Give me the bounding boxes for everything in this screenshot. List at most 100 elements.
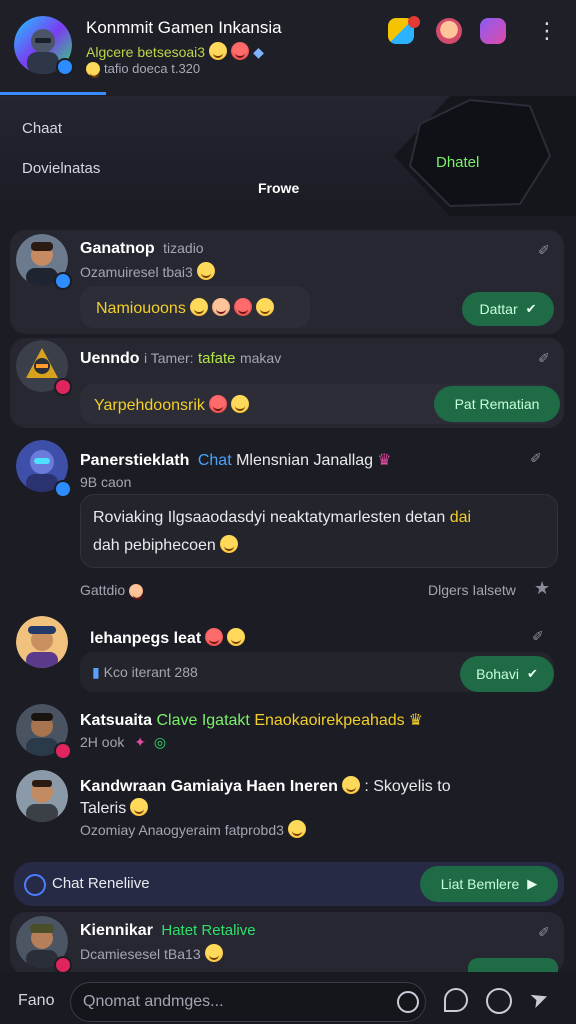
smirk-emoji-icon bbox=[227, 628, 246, 646]
sender-name: lehanpegs leat bbox=[90, 628, 246, 648]
star-icon[interactable]: ★ bbox=[534, 578, 550, 599]
message-bubble: Namiouoons bbox=[80, 286, 310, 328]
message-card-1: Ganatnop tizadio Ozamuiresel tbai3 ✐ Nam… bbox=[10, 230, 564, 334]
banner-chat-label[interactable]: Chaat bbox=[22, 120, 62, 137]
grin-emoji-icon bbox=[189, 298, 208, 316]
sender-sub: 2H ook ✦ ◎ bbox=[80, 734, 166, 751]
message-bubble: Roviaking Ilgsaaodasdyi neaktatymarleste… bbox=[80, 494, 558, 568]
smile-emoji-icon bbox=[196, 262, 215, 280]
smirk-emoji-icon bbox=[230, 395, 249, 413]
banner-hex-label[interactable]: Dhatel bbox=[436, 154, 479, 171]
grin-emoji-icon bbox=[130, 798, 149, 816]
verified-badge-icon bbox=[54, 480, 72, 498]
file-icon: ▮ bbox=[92, 664, 100, 680]
sender-name-2: Taleris bbox=[80, 798, 149, 818]
party-icon: ✦ bbox=[134, 734, 146, 750]
message-card-4: lehanpegs leat ✐ ▮ Kco iterant 288 Bohav… bbox=[10, 614, 564, 696]
banner-details-label[interactable]: Dovielnatas bbox=[22, 160, 100, 177]
message-input-placeholder: Qnomat andmges... bbox=[83, 993, 224, 1010]
sender-name: Uenndo i Tamer: tafate makav bbox=[80, 350, 281, 368]
pin-icon[interactable]: ✐ bbox=[538, 242, 550, 259]
sender-sub-text: Ozamuiresel tbai3 bbox=[80, 264, 193, 280]
sender-name-text: Kiennikar bbox=[80, 922, 153, 939]
sender-name-text: Ganatnop bbox=[80, 240, 155, 257]
pin-icon[interactable]: ✐ bbox=[532, 628, 544, 645]
bubble-content: Yarpehdoonsrik bbox=[94, 395, 249, 415]
shell-emoji-icon bbox=[211, 298, 230, 316]
status-badge-icon bbox=[54, 742, 72, 760]
clock-emoji-icon bbox=[129, 584, 144, 600]
message-card-2: Uenndo i Tamer: tafate makav ✐ Yarpehdoo… bbox=[10, 338, 564, 428]
group-name: Konmmit Gamen Inkansia bbox=[86, 18, 282, 37]
pat-rematian-button-label: Pat Rematian bbox=[454, 396, 540, 412]
sender-tag: Chat bbox=[197, 452, 232, 469]
play-arrow-icon: ▶ bbox=[527, 876, 538, 891]
red-face-emoji-icon bbox=[205, 628, 224, 646]
chevron-down-icon: ✔ bbox=[525, 301, 537, 316]
smirk-emoji-icon bbox=[255, 298, 274, 316]
status-badge-icon bbox=[54, 378, 72, 396]
crown-icon: ♛ bbox=[377, 452, 392, 469]
dattar-button[interactable]: Dattar ✔ bbox=[462, 292, 554, 326]
footer-right: Dlgers Ialsetw bbox=[428, 582, 516, 598]
sender-tag: Hatet Retalive bbox=[161, 922, 256, 939]
sender-sub: Ozamuiresel tbai3 bbox=[80, 262, 215, 280]
sender-name-2-text: Taleris bbox=[80, 800, 127, 817]
composer-left-label[interactable]: Fano bbox=[18, 992, 54, 1010]
sender-sub-text: Ozomiay Anaogyeraim fatprobd3 bbox=[80, 822, 284, 838]
chat-relative-label: Chat Reneliive bbox=[52, 875, 150, 892]
body-line-1-b: Ilgsaaodasdyi neaktatymarlesten detan bbox=[167, 509, 446, 526]
body-line-2-text: dah pebiphecoen bbox=[93, 537, 216, 554]
footer-left-text: Gattdio bbox=[80, 582, 126, 598]
location-icon[interactable] bbox=[444, 988, 468, 1012]
online-badge-icon bbox=[54, 272, 72, 290]
gem-icon: ◆ bbox=[253, 44, 264, 60]
pat-rematian-button[interactable]: Pat Rematian bbox=[434, 386, 560, 422]
bohavi-button[interactable]: Bohavi ✔ bbox=[460, 656, 554, 692]
cube-app-icon[interactable] bbox=[480, 18, 506, 44]
bubble-text: Yarpehdoonsrik bbox=[94, 397, 205, 414]
bubble-text: Kco iterant 288 bbox=[103, 664, 198, 680]
group-subtitle-2: tafio doeca t.320 bbox=[86, 61, 200, 78]
message-input[interactable]: Qnomat andmges... bbox=[70, 982, 426, 1022]
pin-icon[interactable]: ✐ bbox=[538, 924, 550, 941]
tab-progress-indicator bbox=[0, 92, 106, 95]
chat-relative-bar[interactable]: Chat Reneliive Liat Bemlere ▶ bbox=[14, 862, 564, 906]
pin-icon[interactable]: ✐ bbox=[530, 450, 542, 467]
sender-tail: : Skoyelis to bbox=[364, 778, 451, 795]
sender-name-text: lehanpegs leat bbox=[90, 630, 202, 647]
body-line-1-a: Roviaking bbox=[93, 509, 164, 526]
smile-emoji-icon bbox=[204, 944, 223, 962]
sender-name: Kandwraan Gamiaiya Haen Ineren : Skoyeli… bbox=[80, 776, 451, 796]
banner-center-label[interactable]: Frowe bbox=[258, 180, 299, 196]
sender-name-text: Katsuaita bbox=[80, 712, 153, 729]
send-icon[interactable]: ➤ bbox=[526, 984, 552, 1015]
pin-icon[interactable]: ✐ bbox=[538, 350, 550, 367]
sender-tag: tafate bbox=[198, 350, 236, 367]
sender-name: Panerstieklath Chat Mlensnian Janallag ♛ bbox=[80, 450, 391, 470]
subtitle-1-text: Algcere betsesoai3 bbox=[86, 44, 206, 60]
bubble-content: Namiouoons bbox=[96, 298, 274, 318]
sender-name-text: Uenndo bbox=[80, 350, 140, 367]
link-icon bbox=[24, 874, 46, 896]
sender-name-text: Kandwraan Gamiaiya Haen Ineren bbox=[80, 778, 338, 795]
sender-sub-text: Dcamiesesel tBa13 bbox=[80, 946, 201, 962]
emoji-icon[interactable] bbox=[486, 988, 512, 1014]
liat-bemlere-button-label: Liat Bemlere bbox=[440, 876, 520, 892]
sender-sub: 9B caon bbox=[80, 474, 132, 490]
message-card-7: Kiennikar Hatet Retalive Dcamiesesel tBa… bbox=[10, 912, 564, 974]
sender-sub-text: 2H ook bbox=[80, 734, 125, 750]
clock-icon[interactable] bbox=[397, 991, 419, 1013]
sender-name-text: Panerstieklath bbox=[80, 452, 190, 469]
avatar[interactable] bbox=[16, 616, 68, 668]
liat-bemlere-button[interactable]: Liat Bemlere ▶ bbox=[420, 866, 558, 902]
body-line-1-c: dai bbox=[449, 509, 472, 526]
profile-avatar-icon[interactable] bbox=[436, 18, 462, 44]
more-vert-icon[interactable]: ⋮ bbox=[536, 16, 558, 46]
message-card-5: Katsuaita Clave Igatakt Enaokaoirekpeaha… bbox=[10, 700, 564, 762]
info-banner: Chaat Dovielnatas Frowe Dhatel bbox=[0, 96, 576, 216]
smile-emoji-icon bbox=[86, 62, 100, 78]
avatar[interactable] bbox=[16, 770, 68, 822]
sender-name: Ganatnop tizadio bbox=[80, 240, 204, 258]
sender-tail: makav bbox=[239, 350, 282, 366]
